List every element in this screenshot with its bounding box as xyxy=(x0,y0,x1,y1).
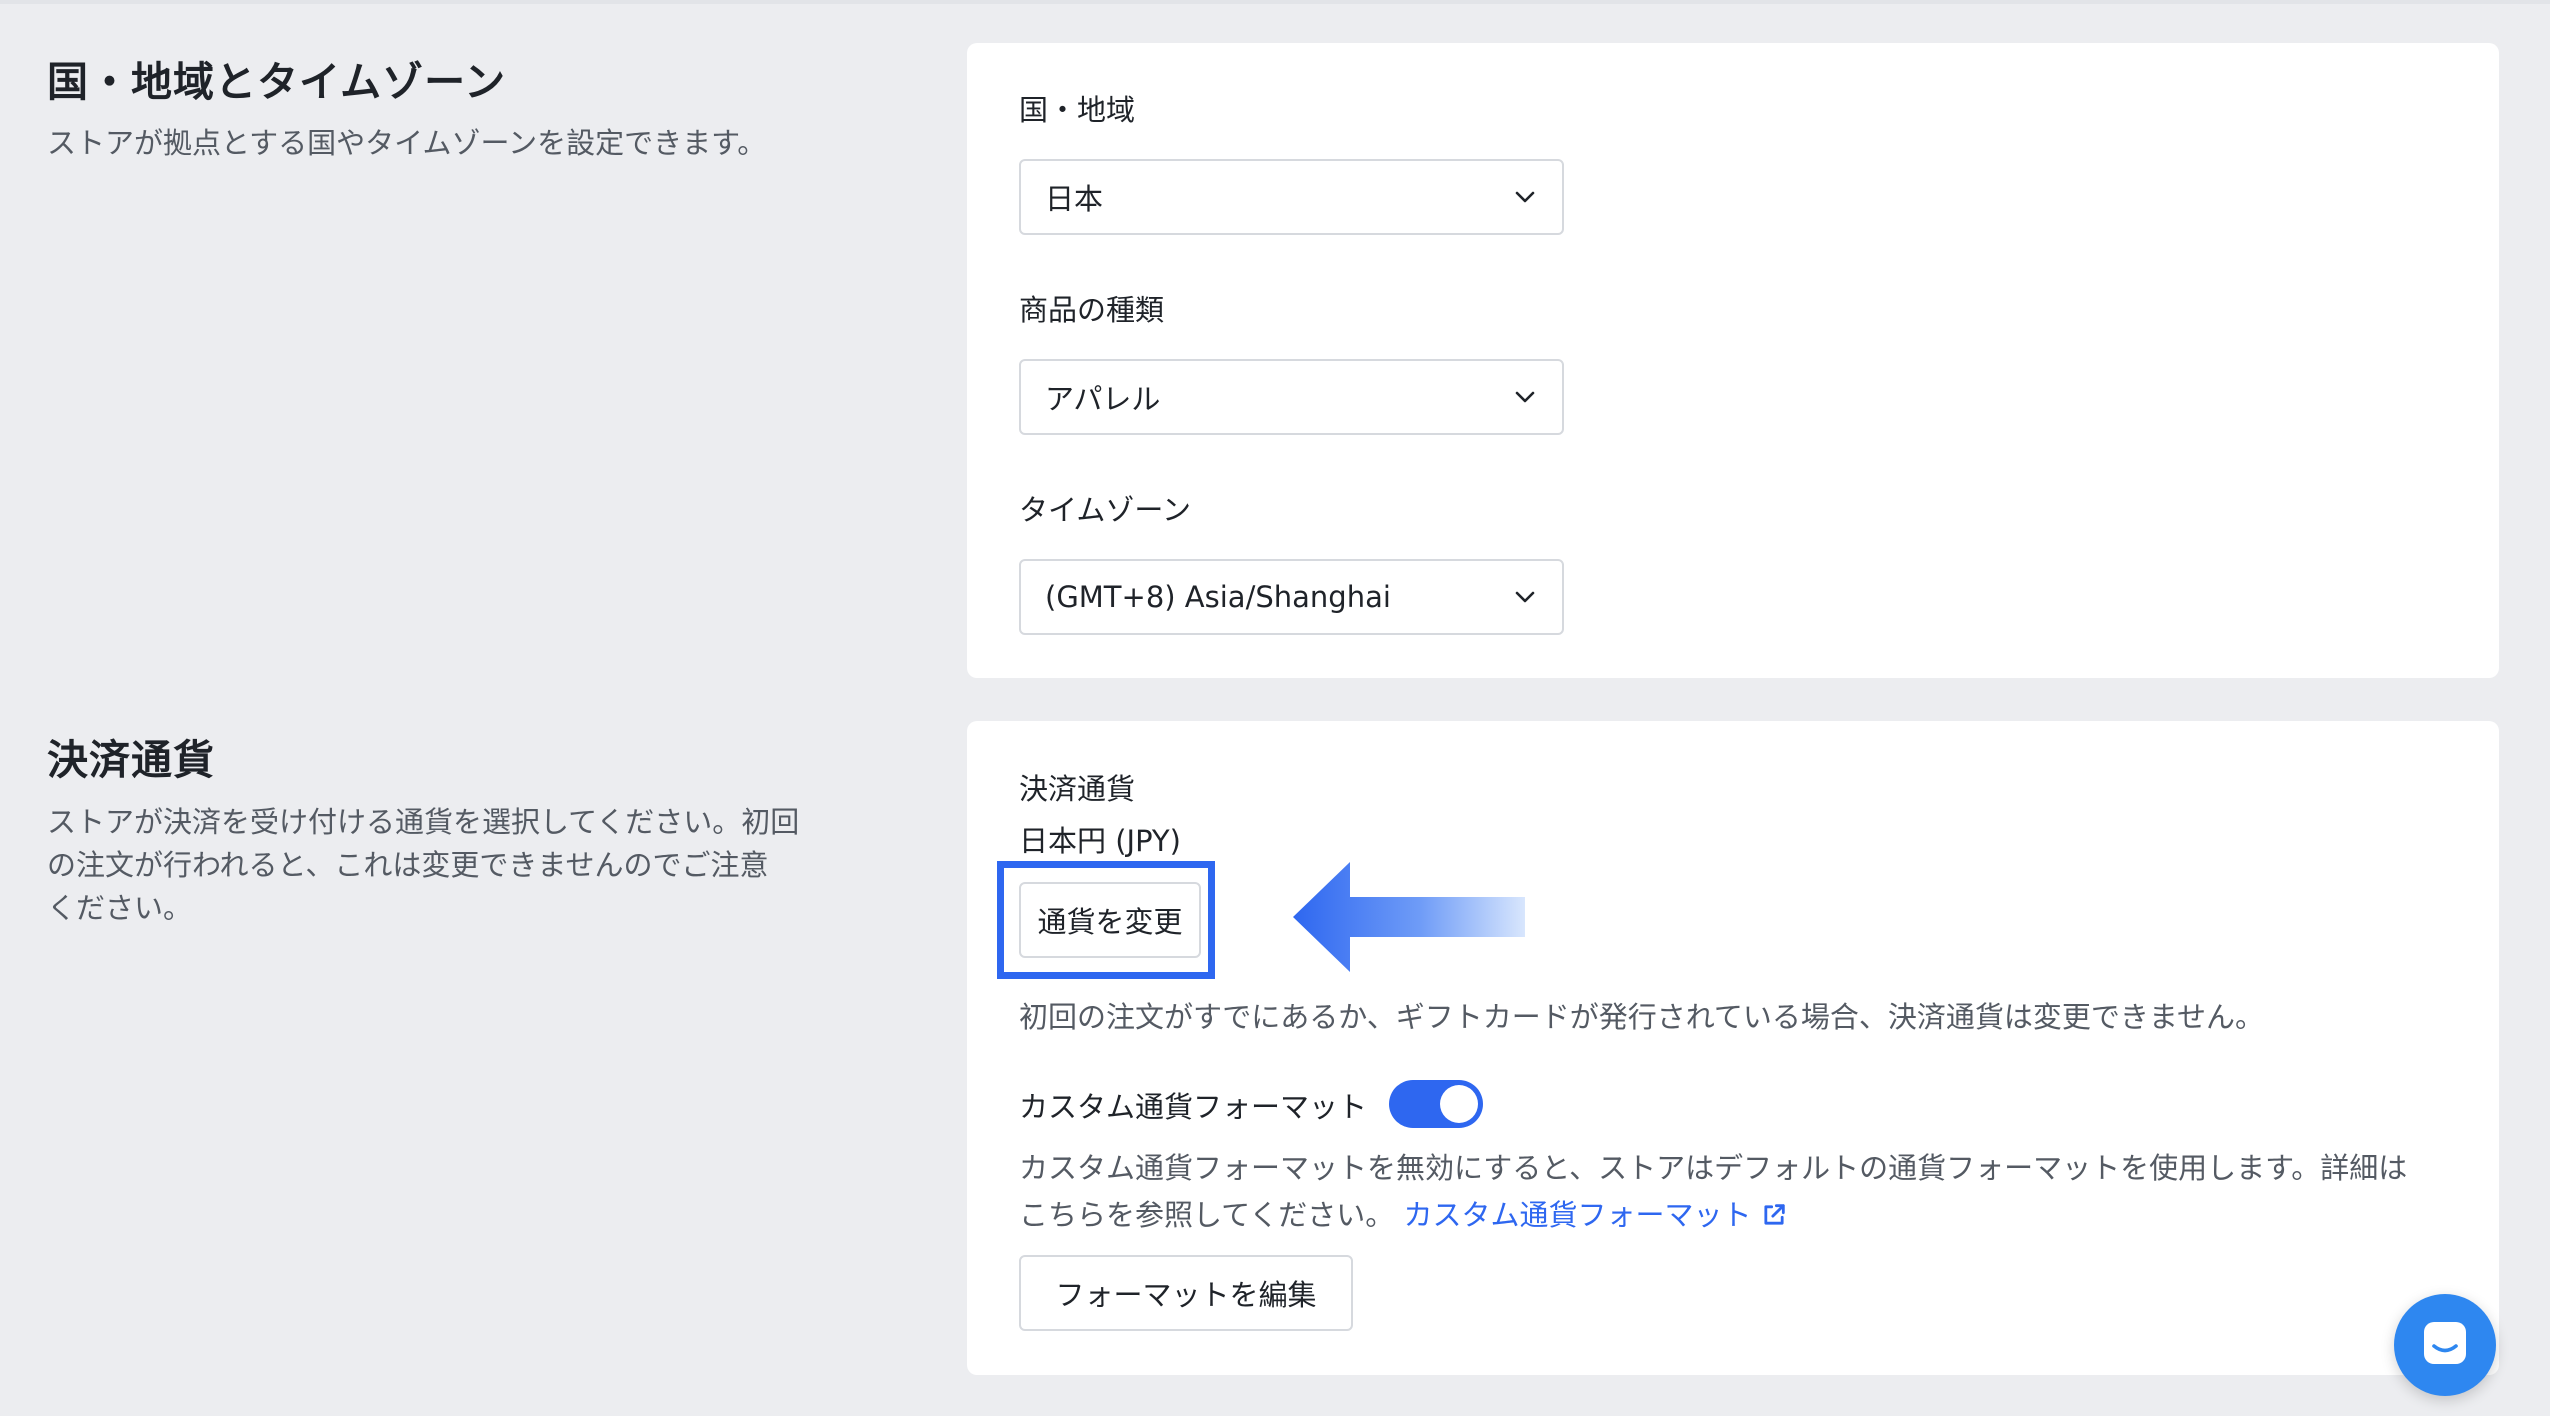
currency-section-title: 決済通貨 xyxy=(47,736,215,784)
custom-format-description-line2: こちらを参照してください。 カスタム通貨フォーマット xyxy=(1019,1192,2459,1243)
currency-value: 日本円 (JPY) xyxy=(1019,824,1181,858)
timezone-label: タイムゾーン xyxy=(1019,493,1191,527)
custom-format-description-line: カスタム通貨フォーマットを無効にすると、ストアはデフォルトの通貨フォーマットを使… xyxy=(1019,1151,2408,1185)
currency-section-description: ストアが決済を受け付ける通貨を選択してください。初回 の注文が行われると、これは… xyxy=(47,801,799,930)
currency-change-note: 初回の注文がすでにあるか、ギフトカードが発行されている場合、決済通貨は変更できま… xyxy=(1019,1000,2264,1034)
product-type-select-value: アパレル xyxy=(1045,382,1161,416)
custom-format-description: カスタム通貨フォーマットを無効にすると、ストアはデフォルトの通貨フォーマットを使… xyxy=(1019,1145,2459,1243)
region-card: 国・地域 日本 商品の種類 アパレル タイムゾーン (GMT+8) Asia/S… xyxy=(967,43,2499,678)
custom-format-toggle[interactable] xyxy=(1389,1080,1483,1128)
external-link-icon xyxy=(1760,1196,1788,1243)
currency-description-line: ストアが決済を受け付ける通貨を選択してください。初回 xyxy=(47,805,800,839)
timezone-select[interactable]: (GMT+8) Asia/Shanghai xyxy=(1019,559,1564,635)
chevron-down-icon xyxy=(1512,384,1538,410)
country-select-value: 日本 xyxy=(1045,182,1104,216)
custom-format-description-text: こちらを参照してください。 xyxy=(1019,1198,1395,1232)
country-label: 国・地域 xyxy=(1019,93,1136,127)
toggle-knob xyxy=(1440,1085,1478,1123)
currency-description-line: ください。 xyxy=(47,891,193,925)
currency-label: 決済通貨 xyxy=(1019,772,1136,806)
custom-format-label: カスタム通貨フォーマット xyxy=(1019,1090,1368,1124)
currency-card: 決済通貨 日本円 (JPY) 通貨を変更 初回の注文がすでにあるか、ギフトカード… xyxy=(967,721,2499,1375)
country-select[interactable]: 日本 xyxy=(1019,159,1564,235)
region-section-description: ストアが拠点とする国やタイムゾーンを設定できます。 xyxy=(47,126,767,160)
chat-button[interactable] xyxy=(2394,1294,2496,1396)
top-divider xyxy=(0,0,2550,4)
custom-format-link-text: カスタム通貨フォーマット xyxy=(1403,1198,1752,1232)
product-type-select[interactable]: アパレル xyxy=(1019,359,1564,435)
edit-format-button[interactable]: フォーマットを編集 xyxy=(1019,1255,1353,1331)
chevron-down-icon xyxy=(1512,584,1538,610)
chevron-down-icon xyxy=(1512,184,1538,210)
change-currency-highlight xyxy=(997,861,1215,979)
arrow-left-icon xyxy=(1293,862,1525,976)
timezone-select-value: (GMT+8) Asia/Shanghai xyxy=(1045,580,1391,614)
custom-format-help-link[interactable]: カスタム通貨フォーマット xyxy=(1403,1198,1787,1232)
product-type-label: 商品の種類 xyxy=(1019,293,1165,327)
chat-icon xyxy=(2420,1318,2470,1372)
region-section-title: 国・地域とタイムゾーン xyxy=(47,58,507,106)
currency-description-line: の注文が行われると、これは変更できませんのでご注意 xyxy=(47,848,769,882)
